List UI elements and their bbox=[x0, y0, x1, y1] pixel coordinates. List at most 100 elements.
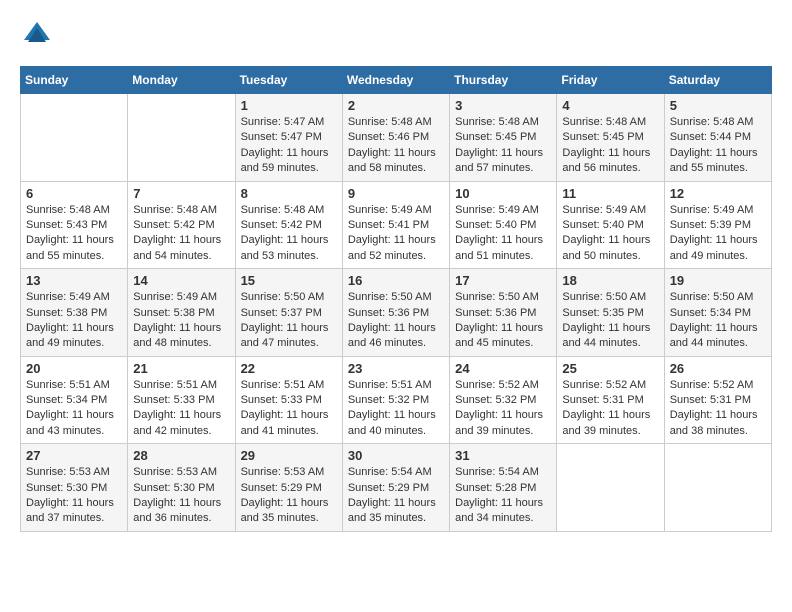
daylight-text: Daylight: 11 hours and 47 minutes. bbox=[241, 321, 337, 352]
header-row: SundayMondayTuesdayWednesdayThursdayFrid… bbox=[21, 67, 772, 94]
daylight-text: Daylight: 11 hours and 40 minutes. bbox=[348, 408, 444, 439]
daylight-text: Daylight: 11 hours and 59 minutes. bbox=[241, 146, 337, 177]
sunrise-text: Sunrise: 5:49 AM bbox=[562, 203, 658, 218]
calendar-cell: 27Sunrise: 5:53 AMSunset: 5:30 PMDayligh… bbox=[21, 444, 128, 532]
sunrise-text: Sunrise: 5:48 AM bbox=[133, 203, 229, 218]
sunset-text: Sunset: 5:37 PM bbox=[241, 306, 337, 321]
sunset-text: Sunset: 5:47 PM bbox=[241, 130, 337, 145]
sunrise-text: Sunrise: 5:51 AM bbox=[26, 378, 122, 393]
sunrise-text: Sunrise: 5:50 AM bbox=[241, 290, 337, 305]
daylight-text: Daylight: 11 hours and 42 minutes. bbox=[133, 408, 229, 439]
sunset-text: Sunset: 5:31 PM bbox=[670, 393, 766, 408]
daylight-text: Daylight: 11 hours and 48 minutes. bbox=[133, 321, 229, 352]
day-number: 8 bbox=[241, 186, 337, 201]
sunset-text: Sunset: 5:38 PM bbox=[26, 306, 122, 321]
header-day-sunday: Sunday bbox=[21, 67, 128, 94]
calendar-cell: 21Sunrise: 5:51 AMSunset: 5:33 PMDayligh… bbox=[128, 356, 235, 444]
day-number: 3 bbox=[455, 98, 551, 113]
calendar-cell: 23Sunrise: 5:51 AMSunset: 5:32 PMDayligh… bbox=[342, 356, 449, 444]
day-number: 28 bbox=[133, 448, 229, 463]
day-number: 2 bbox=[348, 98, 444, 113]
daylight-text: Daylight: 11 hours and 43 minutes. bbox=[26, 408, 122, 439]
daylight-text: Daylight: 11 hours and 46 minutes. bbox=[348, 321, 444, 352]
calendar-cell: 20Sunrise: 5:51 AMSunset: 5:34 PMDayligh… bbox=[21, 356, 128, 444]
daylight-text: Daylight: 11 hours and 39 minutes. bbox=[455, 408, 551, 439]
daylight-text: Daylight: 11 hours and 34 minutes. bbox=[455, 496, 551, 527]
sunrise-text: Sunrise: 5:49 AM bbox=[455, 203, 551, 218]
header-day-wednesday: Wednesday bbox=[342, 67, 449, 94]
day-number: 1 bbox=[241, 98, 337, 113]
daylight-text: Daylight: 11 hours and 50 minutes. bbox=[562, 233, 658, 264]
day-number: 9 bbox=[348, 186, 444, 201]
sunset-text: Sunset: 5:36 PM bbox=[455, 306, 551, 321]
daylight-text: Daylight: 11 hours and 51 minutes. bbox=[455, 233, 551, 264]
day-number: 15 bbox=[241, 273, 337, 288]
day-number: 23 bbox=[348, 361, 444, 376]
daylight-text: Daylight: 11 hours and 39 minutes. bbox=[562, 408, 658, 439]
day-number: 12 bbox=[670, 186, 766, 201]
calendar-cell: 5Sunrise: 5:48 AMSunset: 5:44 PMDaylight… bbox=[664, 94, 771, 182]
day-number: 7 bbox=[133, 186, 229, 201]
sunrise-text: Sunrise: 5:48 AM bbox=[670, 115, 766, 130]
day-number: 14 bbox=[133, 273, 229, 288]
daylight-text: Daylight: 11 hours and 36 minutes. bbox=[133, 496, 229, 527]
header-day-thursday: Thursday bbox=[450, 67, 557, 94]
sunrise-text: Sunrise: 5:49 AM bbox=[133, 290, 229, 305]
calendar-cell: 7Sunrise: 5:48 AMSunset: 5:42 PMDaylight… bbox=[128, 181, 235, 269]
sunrise-text: Sunrise: 5:48 AM bbox=[455, 115, 551, 130]
day-number: 17 bbox=[455, 273, 551, 288]
calendar-cell: 2Sunrise: 5:48 AMSunset: 5:46 PMDaylight… bbox=[342, 94, 449, 182]
calendar-cell: 4Sunrise: 5:48 AMSunset: 5:45 PMDaylight… bbox=[557, 94, 664, 182]
calendar-cell: 29Sunrise: 5:53 AMSunset: 5:29 PMDayligh… bbox=[235, 444, 342, 532]
header-day-tuesday: Tuesday bbox=[235, 67, 342, 94]
sunset-text: Sunset: 5:40 PM bbox=[562, 218, 658, 233]
logo bbox=[20, 20, 52, 50]
sunset-text: Sunset: 5:41 PM bbox=[348, 218, 444, 233]
daylight-text: Daylight: 11 hours and 55 minutes. bbox=[26, 233, 122, 264]
sunrise-text: Sunrise: 5:53 AM bbox=[26, 465, 122, 480]
sunset-text: Sunset: 5:30 PM bbox=[133, 481, 229, 496]
sunrise-text: Sunrise: 5:49 AM bbox=[348, 203, 444, 218]
calendar-cell bbox=[557, 444, 664, 532]
sunrise-text: Sunrise: 5:51 AM bbox=[241, 378, 337, 393]
sunset-text: Sunset: 5:42 PM bbox=[133, 218, 229, 233]
sunrise-text: Sunrise: 5:53 AM bbox=[133, 465, 229, 480]
calendar-cell: 1Sunrise: 5:47 AMSunset: 5:47 PMDaylight… bbox=[235, 94, 342, 182]
day-number: 6 bbox=[26, 186, 122, 201]
sunrise-text: Sunrise: 5:48 AM bbox=[26, 203, 122, 218]
day-number: 16 bbox=[348, 273, 444, 288]
sunrise-text: Sunrise: 5:51 AM bbox=[133, 378, 229, 393]
calendar-cell bbox=[21, 94, 128, 182]
calendar-cell: 18Sunrise: 5:50 AMSunset: 5:35 PMDayligh… bbox=[557, 269, 664, 357]
daylight-text: Daylight: 11 hours and 41 minutes. bbox=[241, 408, 337, 439]
day-number: 26 bbox=[670, 361, 766, 376]
daylight-text: Daylight: 11 hours and 49 minutes. bbox=[26, 321, 122, 352]
daylight-text: Daylight: 11 hours and 44 minutes. bbox=[670, 321, 766, 352]
daylight-text: Daylight: 11 hours and 45 minutes. bbox=[455, 321, 551, 352]
calendar-cell: 10Sunrise: 5:49 AMSunset: 5:40 PMDayligh… bbox=[450, 181, 557, 269]
day-number: 13 bbox=[26, 273, 122, 288]
header-day-monday: Monday bbox=[128, 67, 235, 94]
sunrise-text: Sunrise: 5:48 AM bbox=[562, 115, 658, 130]
day-number: 25 bbox=[562, 361, 658, 376]
day-number: 20 bbox=[26, 361, 122, 376]
calendar-cell: 19Sunrise: 5:50 AMSunset: 5:34 PMDayligh… bbox=[664, 269, 771, 357]
calendar-cell: 25Sunrise: 5:52 AMSunset: 5:31 PMDayligh… bbox=[557, 356, 664, 444]
sunset-text: Sunset: 5:43 PM bbox=[26, 218, 122, 233]
sunset-text: Sunset: 5:32 PM bbox=[455, 393, 551, 408]
calendar-cell: 3Sunrise: 5:48 AMSunset: 5:45 PMDaylight… bbox=[450, 94, 557, 182]
sunrise-text: Sunrise: 5:51 AM bbox=[348, 378, 444, 393]
sunset-text: Sunset: 5:45 PM bbox=[562, 130, 658, 145]
day-number: 30 bbox=[348, 448, 444, 463]
daylight-text: Daylight: 11 hours and 38 minutes. bbox=[670, 408, 766, 439]
calendar-cell: 31Sunrise: 5:54 AMSunset: 5:28 PMDayligh… bbox=[450, 444, 557, 532]
calendar-header: SundayMondayTuesdayWednesdayThursdayFrid… bbox=[21, 67, 772, 94]
day-number: 29 bbox=[241, 448, 337, 463]
week-row-5: 27Sunrise: 5:53 AMSunset: 5:30 PMDayligh… bbox=[21, 444, 772, 532]
sunset-text: Sunset: 5:31 PM bbox=[562, 393, 658, 408]
sunset-text: Sunset: 5:33 PM bbox=[241, 393, 337, 408]
daylight-text: Daylight: 11 hours and 56 minutes. bbox=[562, 146, 658, 177]
sunrise-text: Sunrise: 5:54 AM bbox=[348, 465, 444, 480]
day-number: 11 bbox=[562, 186, 658, 201]
week-row-3: 13Sunrise: 5:49 AMSunset: 5:38 PMDayligh… bbox=[21, 269, 772, 357]
